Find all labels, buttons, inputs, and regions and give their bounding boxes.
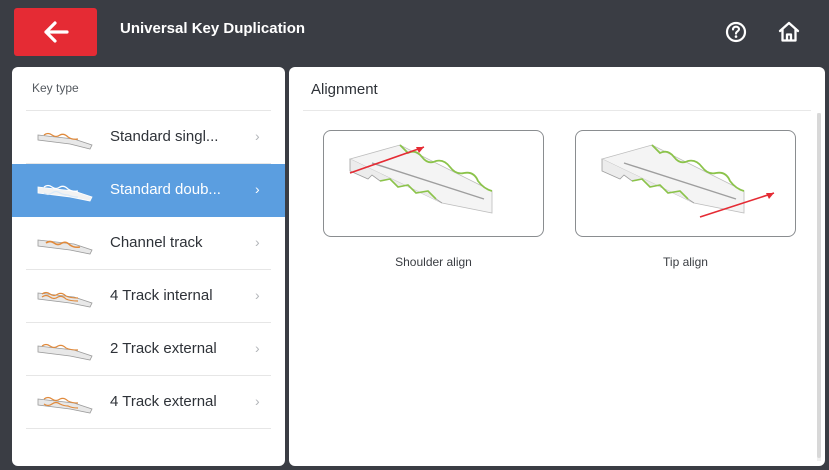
- key-type-label: Standard doub...: [110, 181, 221, 198]
- chevron-right-icon: ›: [255, 128, 260, 144]
- key-type-item-2-track-external[interactable]: 2 Track external ›: [12, 323, 285, 376]
- key-type-label: 4 Track internal: [110, 287, 213, 304]
- key-4-track-external-icon: [37, 396, 93, 414]
- key-type-header: Key type: [32, 81, 79, 95]
- back-button[interactable]: [14, 8, 97, 56]
- alignment-panel: Alignment Shoulder align Tip align: [289, 67, 825, 466]
- shoulder-align-diagram: [348, 144, 493, 214]
- key-type-label: 4 Track external: [110, 393, 217, 410]
- key-type-item-4-track-internal[interactable]: 4 Track internal ›: [12, 270, 285, 323]
- key-type-item-channel-track[interactable]: Channel track ›: [12, 217, 285, 270]
- help-button[interactable]: [725, 21, 747, 43]
- key-4-track-internal-icon: [37, 291, 93, 308]
- divider: [303, 110, 811, 111]
- alignment-title: Alignment: [311, 81, 378, 98]
- chevron-right-icon: ›: [255, 287, 260, 303]
- app-title: Universal Key Duplication: [120, 20, 306, 37]
- home-icon: [778, 21, 800, 42]
- key-type-label: Standard singl...: [110, 128, 219, 145]
- key-single-side-icon: [37, 132, 93, 150]
- chevron-right-icon: ›: [255, 340, 260, 356]
- shoulder-align-option[interactable]: [323, 130, 544, 237]
- tip-align-option[interactable]: [575, 130, 796, 237]
- key-channel-track-icon: [37, 239, 93, 255]
- scrollbar-thumb[interactable]: [817, 113, 821, 458]
- key-type-panel: Key type Standard singl... › Standard do…: [12, 67, 285, 466]
- tip-align-label: Tip align: [663, 255, 708, 269]
- key-type-item-4-track-external[interactable]: 4 Track external ›: [12, 376, 285, 429]
- help-circle-icon: [725, 21, 747, 43]
- chevron-right-icon: ›: [255, 393, 260, 409]
- chevron-right-icon: ›: [255, 181, 260, 197]
- shoulder-align-label: Shoulder align: [395, 255, 472, 269]
- key-type-label: Channel track: [110, 234, 203, 251]
- chevron-right-icon: ›: [255, 234, 260, 250]
- key-double-side-icon: [37, 184, 93, 202]
- key-type-label: 2 Track external: [110, 340, 217, 357]
- key-2-track-external-icon: [37, 343, 93, 361]
- key-type-item-standard-single[interactable]: Standard singl... ›: [12, 111, 285, 164]
- key-type-item-standard-double[interactable]: Standard doub... ›: [12, 164, 285, 217]
- home-button[interactable]: [777, 20, 801, 44]
- top-bar: Universal Key Duplication: [0, 0, 829, 60]
- arrow-left-icon: [43, 21, 69, 43]
- tip-align-diagram: [600, 144, 775, 218]
- divider: [26, 428, 271, 429]
